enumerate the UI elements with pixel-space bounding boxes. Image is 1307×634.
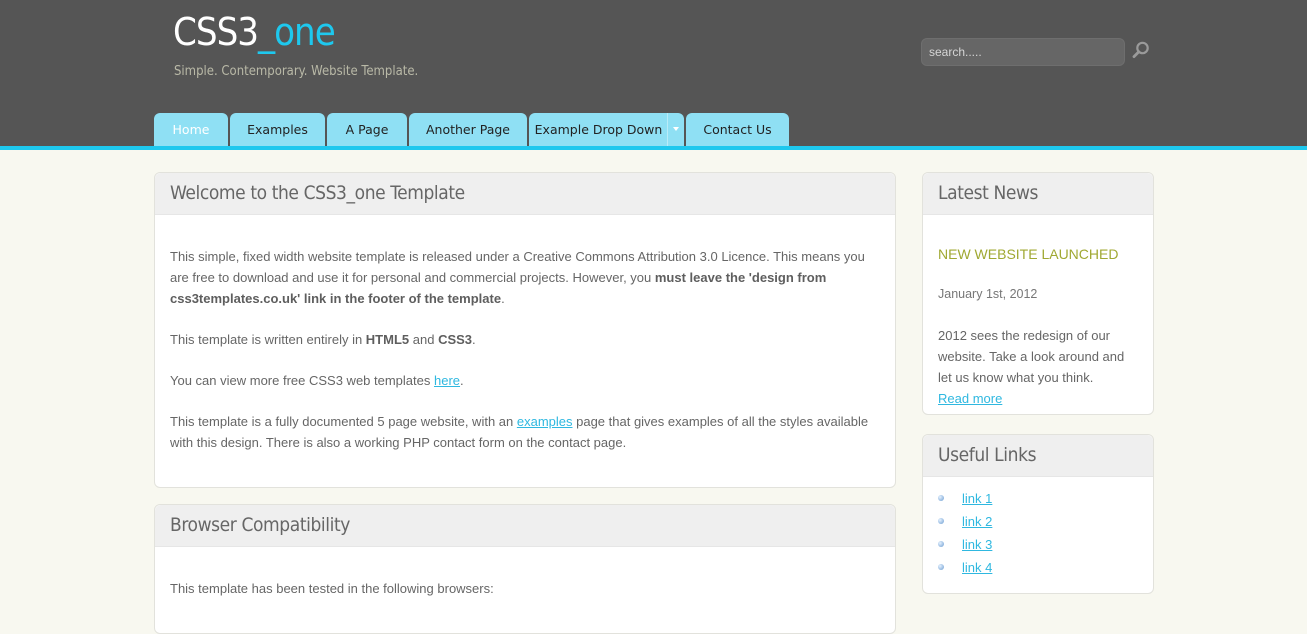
list-item: link 2: [938, 510, 1138, 533]
welcome-paragraph-3: You can view more free CSS3 web template…: [170, 370, 880, 391]
nav-home-label: Home: [172, 122, 210, 137]
list-item: link 3: [938, 533, 1138, 556]
p1-end: .: [501, 291, 505, 306]
useful-link-2[interactable]: link 2: [962, 514, 992, 529]
nav-contact-label: Contact Us: [703, 122, 772, 137]
nav-contact-tab[interactable]: Contact Us: [686, 113, 789, 146]
news-body: NEW WEBSITE LAUNCHED January 1st, 2012 2…: [923, 215, 1153, 409]
site-logo[interactable]: CSS3_one: [173, 10, 336, 54]
welcome-body: This simple, fixed width website templat…: [155, 215, 895, 453]
search-icon[interactable]: [1131, 40, 1151, 60]
p2-bold-html5: HTML5: [365, 332, 410, 347]
nav-dropdown-label: Example Drop Down: [534, 122, 663, 137]
dropdown-separator: [667, 113, 668, 146]
p2-and: and: [409, 332, 439, 347]
latest-news-panel: Latest News NEW WEBSITE LAUNCHED January…: [922, 172, 1154, 415]
welcome-panel: Welcome to the CSS3_one Template This si…: [154, 172, 896, 488]
here-link[interactable]: here: [434, 373, 460, 388]
dropdown-arrow-icon[interactable]: [673, 127, 679, 131]
p3-text: You can view more free CSS3 web template…: [170, 373, 434, 388]
nav-examples-tab[interactable]: Examples: [230, 113, 325, 146]
logo-text-main: CSS3: [173, 10, 259, 54]
useful-links-title: Useful Links: [923, 435, 1153, 477]
welcome-paragraph-4: This template is a fully documented 5 pa…: [170, 411, 880, 453]
bullet-icon: [938, 541, 944, 547]
welcome-paragraph-2: This template is written entirely in HTM…: [170, 329, 880, 350]
nav-another-page-tab[interactable]: Another Page: [409, 113, 527, 146]
p2-text: This template is written entirely in: [170, 332, 366, 347]
browser-panel: Browser Compatibility This template has …: [154, 504, 896, 634]
useful-links-list: link 1 link 2 link 3 link 4: [923, 477, 1153, 579]
p4-text: This template is a fully documented 5 pa…: [170, 414, 517, 429]
nav-a-page-label: A Page: [345, 122, 389, 137]
useful-links-panel: Useful Links link 1 link 2 link 3 link 4: [922, 434, 1154, 594]
site-tagline: Simple. Contemporary. Website Template.: [174, 64, 419, 79]
browser-text: This template has been tested in the fol…: [170, 581, 494, 596]
nav-examples-label: Examples: [247, 122, 308, 137]
bullet-icon: [938, 518, 944, 524]
p3-end: .: [460, 373, 464, 388]
search-input[interactable]: [921, 38, 1125, 66]
useful-link-1[interactable]: link 1: [962, 491, 992, 506]
list-item: link 4: [938, 556, 1138, 579]
p2-bold-css3: CSS3: [438, 332, 473, 347]
news-item-title: NEW WEBSITE LAUNCHED: [938, 246, 1119, 262]
news-item-text: 2012 sees the redesign of our website. T…: [938, 328, 1125, 385]
useful-link-4[interactable]: link 4: [962, 560, 992, 575]
nav-a-page-tab[interactable]: A Page: [327, 113, 407, 146]
welcome-title: Welcome to the CSS3_one Template: [155, 173, 895, 215]
latest-news-title: Latest News: [923, 173, 1153, 215]
nav-home-tab[interactable]: Home: [154, 113, 228, 146]
nav-another-page-label: Another Page: [425, 122, 510, 137]
site-header: CSS3_one Simple. Contemporary. Website T…: [0, 0, 1307, 150]
read-more-link[interactable]: Read more: [938, 391, 1002, 406]
bullet-icon: [938, 564, 944, 570]
list-item: link 1: [938, 487, 1138, 510]
logo-text-accent: _one: [258, 10, 336, 54]
news-item-date: January 1st, 2012: [938, 287, 1038, 301]
nav-dropdown-tab[interactable]: Example Drop Down: [529, 113, 684, 146]
p2-end: .: [472, 332, 476, 347]
browser-body: This template has been tested in the fol…: [155, 547, 895, 599]
examples-link[interactable]: examples: [517, 414, 573, 429]
bullet-icon: [938, 495, 944, 501]
useful-link-3[interactable]: link 3: [962, 537, 992, 552]
browser-title: Browser Compatibility: [155, 505, 895, 547]
welcome-paragraph-1: This simple, fixed width website templat…: [170, 246, 880, 309]
